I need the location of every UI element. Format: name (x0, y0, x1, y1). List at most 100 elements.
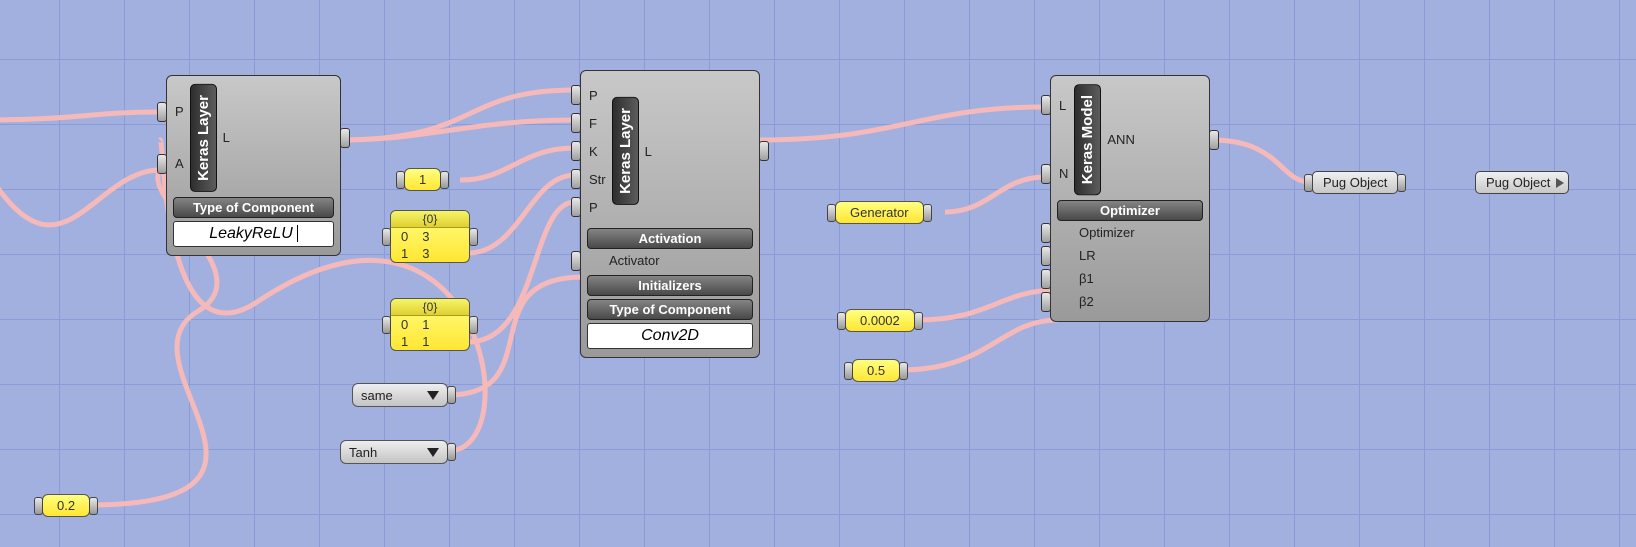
section-header: Optimizer (1057, 200, 1203, 221)
chevron-down-icon (427, 391, 439, 400)
port-label: Str (589, 172, 606, 187)
cell: 0 (401, 317, 408, 332)
port-label: L (645, 144, 652, 159)
cell: 1 (401, 334, 408, 349)
dropdown-activation[interactable]: Tanh (340, 440, 448, 464)
dropdown-value: same (361, 388, 393, 403)
port-label: P (589, 88, 598, 103)
input-port[interactable] (396, 171, 405, 189)
input-port[interactable] (157, 102, 167, 122)
number-panel-alpha[interactable]: 0.2 (42, 494, 90, 517)
output-port[interactable] (89, 497, 98, 515)
keras-layer-node-1[interactable]: P A Keras Layer L Type of Component Leak… (166, 75, 341, 256)
input-port[interactable] (571, 197, 581, 217)
input-port[interactable] (1041, 246, 1051, 266)
input-port[interactable] (382, 228, 391, 246)
row-label: β2 (1079, 294, 1094, 309)
input-port[interactable] (1041, 95, 1051, 115)
text-panel-generator[interactable]: Generator (835, 201, 924, 224)
input-port[interactable] (382, 316, 391, 334)
port-label: K (589, 144, 598, 159)
output-port[interactable] (440, 171, 449, 189)
port-label: ANN (1107, 132, 1134, 147)
output-port[interactable] (447, 386, 456, 404)
output-port[interactable] (447, 443, 456, 461)
output-port[interactable] (923, 204, 932, 222)
panel-header: {0} (391, 299, 469, 316)
panel-value: Generator (836, 202, 923, 223)
input-port[interactable] (571, 141, 581, 161)
panel-header: {0} (391, 211, 469, 228)
type-input[interactable]: LeakyReLU (173, 221, 334, 247)
input-port[interactable] (1041, 292, 1051, 312)
pug-object-receiver[interactable]: Pug Object (1475, 171, 1569, 194)
port-label: L (1059, 98, 1066, 113)
dropdown-padding[interactable]: same (352, 383, 448, 407)
keras-layer-node-2[interactable]: P F K Str P Keras Layer L Activation Act… (580, 70, 760, 358)
param-row: Optimizer (1057, 221, 1203, 244)
input-port[interactable] (1041, 269, 1051, 289)
number-panel-b1[interactable]: 0.5 (852, 359, 900, 382)
output-port[interactable] (914, 312, 923, 330)
type-value: LeakyReLU (209, 225, 293, 243)
output-port[interactable] (759, 141, 769, 161)
number-panel-1[interactable]: 1 (404, 168, 441, 191)
row-label: β1 (1079, 271, 1094, 286)
type-input[interactable]: Conv2D (587, 323, 753, 349)
cell: 1 (401, 246, 408, 261)
port-label: F (589, 116, 597, 131)
row-label: LR (1079, 248, 1096, 263)
section-header: Type of Component (173, 197, 334, 218)
panel-value: 0.5 (853, 360, 899, 381)
port-label: N (1059, 166, 1068, 181)
node-title: Keras Model (1074, 84, 1101, 195)
input-port[interactable] (1041, 223, 1051, 243)
chevron-down-icon (427, 448, 439, 457)
port-label: P (175, 104, 184, 119)
cell: 1 (422, 334, 429, 349)
output-port[interactable] (1397, 174, 1406, 192)
input-port[interactable] (571, 85, 581, 105)
param-row: LR (1057, 244, 1203, 267)
tag-label: Pug Object (1323, 175, 1387, 190)
output-port[interactable] (340, 128, 350, 148)
input-port[interactable] (157, 154, 167, 174)
port-label: L (223, 130, 230, 145)
input-port[interactable] (1041, 164, 1051, 184)
input-port[interactable] (571, 251, 581, 271)
section-header: Type of Component (587, 299, 753, 320)
section-header: Activation (587, 228, 753, 249)
cell: 0 (401, 229, 408, 244)
param-row: β2 (1057, 290, 1203, 313)
keras-model-node[interactable]: L N Keras Model ANN Optimizer Optimizer … (1050, 75, 1210, 322)
pug-object-sender[interactable]: Pug Object (1312, 171, 1398, 194)
output-port[interactable] (899, 362, 908, 380)
port-label: P (589, 200, 598, 215)
cell: 1 (422, 317, 429, 332)
tree-panel-33[interactable]: {0} 03 13 (390, 210, 470, 263)
section-header: Initializers (587, 275, 753, 296)
input-port[interactable] (34, 497, 43, 515)
input-port[interactable] (844, 362, 853, 380)
input-port[interactable] (571, 169, 581, 189)
row-label: Optimizer (1079, 225, 1135, 240)
output-port[interactable] (1209, 130, 1219, 150)
input-port[interactable] (827, 204, 836, 222)
cell: 3 (422, 229, 429, 244)
cell: 3 (422, 246, 429, 261)
output-port[interactable] (469, 316, 478, 334)
panel-value: 0.0002 (846, 310, 914, 331)
input-port[interactable] (837, 312, 846, 330)
number-panel-lr[interactable]: 0.0002 (845, 309, 915, 332)
tree-panel-11[interactable]: {0} 01 11 (390, 298, 470, 351)
tag-label: Pug Object (1486, 175, 1550, 190)
param-row: β1 (1057, 267, 1203, 290)
port-label: A (175, 156, 184, 171)
input-port[interactable] (571, 113, 581, 133)
panel-value: 1 (405, 169, 440, 190)
panel-value: 0.2 (43, 495, 89, 516)
output-port[interactable] (469, 228, 478, 246)
type-value: Conv2D (641, 327, 699, 345)
node-title: Keras Layer (190, 84, 217, 192)
input-port[interactable] (1304, 174, 1313, 192)
